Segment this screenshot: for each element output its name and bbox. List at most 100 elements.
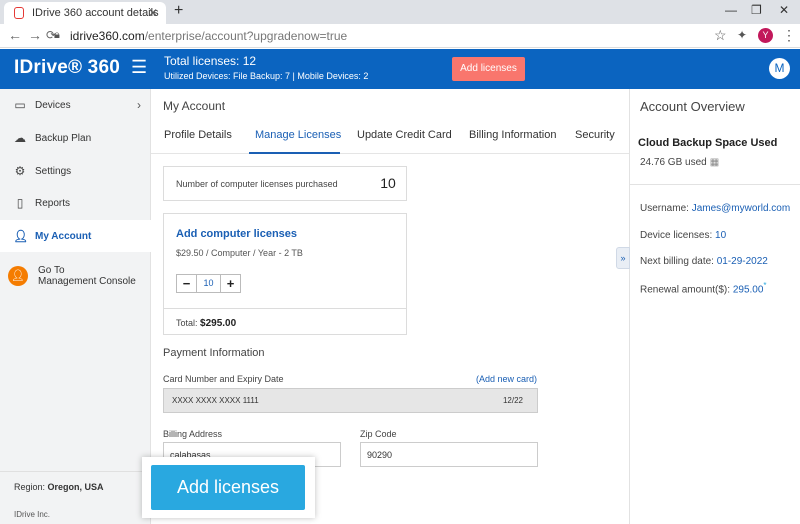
new-tab-icon[interactable]: + <box>174 2 183 20</box>
sidebar-item-label: Settings <box>35 165 72 177</box>
total-value: $295.00 <box>200 318 237 329</box>
utilized-devices: Utilized Devices: File Backup: 7 | Mobil… <box>164 71 369 81</box>
lock-icon: 🔒︎ <box>54 29 60 41</box>
region-value: Oregon, USA <box>47 482 104 492</box>
card-expiry: 12/22 <box>502 396 523 405</box>
card-number-field: XXXX XXXX XXXX 1111 12/22 <box>163 388 538 413</box>
app-header: IDrive® 360 ☰ Total licenses: 12 Utilize… <box>0 49 800 89</box>
billing-address-label: Billing Address <box>163 429 223 439</box>
collapse-panel-toggle[interactable]: » <box>616 247 630 269</box>
browser-profile-avatar[interactable]: Y <box>758 28 773 43</box>
renewal-row: Renewal amount($): 295.00* <box>640 281 767 295</box>
url-host: idrive360.com <box>70 29 145 43</box>
calculator-icon[interactable]: ▦ <box>710 157 719 168</box>
close-tab-icon[interactable]: ✕ <box>148 6 158 20</box>
quantity-stepper: − 10 + <box>176 274 241 293</box>
overview-divider <box>630 184 800 185</box>
sidebar-item-label: Reports <box>35 197 71 209</box>
zip-code-label: Zip Code <box>360 429 397 439</box>
total-label: Total: <box>176 318 198 328</box>
idrive-favicon-icon <box>14 7 24 19</box>
sidebar-item-backup-plan[interactable]: ☁ Backup Plan <box>0 122 151 154</box>
user-avatar[interactable]: M <box>769 58 790 79</box>
cloud-backup-label: Cloud Backup Space Used <box>638 137 778 149</box>
extensions-icon[interactable]: ✦ <box>737 28 747 42</box>
bookmark-star-icon[interactable]: ☆ <box>714 27 727 44</box>
sidebar-item-label: Backup Plan <box>35 132 92 144</box>
chevron-right-icon: › <box>137 98 141 112</box>
back-icon[interactable]: ← <box>8 27 22 43</box>
quantity-input[interactable]: 10 <box>196 275 221 292</box>
browser-tab-bar: IDrive 360 account details ✕ + — ❐ ✕ <box>0 0 800 24</box>
breadcrumb: My Account <box>163 99 226 113</box>
forward-icon[interactable]: → <box>28 27 42 43</box>
goto-label: Go To Management Console <box>38 265 136 287</box>
devices-icon: ▭ <box>14 98 26 112</box>
region-label: Region: <box>14 482 46 492</box>
total-divider <box>164 308 406 309</box>
add-licenses-callout: Add licenses <box>142 457 315 518</box>
window-close-icon[interactable]: ✕ <box>779 3 789 17</box>
payment-info-heading: Payment Information <box>163 347 265 359</box>
user-icon: 👤︎ <box>13 229 29 243</box>
browser-tab-title: IDrive 360 account details <box>32 7 159 19</box>
total-amount: Total: $295.00 <box>176 318 236 329</box>
sidebar-item-label: My Account <box>35 230 92 242</box>
card-number-label: Card Number and Expiry Date <box>163 374 284 384</box>
space-used: 24.76 GB used ▦ <box>640 157 719 168</box>
goto-line2: Management Console <box>38 276 136 287</box>
add-licenses-title: Add computer licenses <box>176 228 298 240</box>
sidebar-item-settings[interactable]: ⚙ Settings <box>0 155 151 187</box>
renewal-footnote-mark: * <box>763 281 767 290</box>
space-used-value: 24.76 GB used <box>640 157 707 168</box>
sidebar-item-devices[interactable]: ▭ Devices › <box>0 89 151 121</box>
sidebar-item-my-account[interactable]: 👤︎ My Account <box>0 220 151 252</box>
account-tabs: Profile Details Manage Licenses Update C… <box>151 120 629 154</box>
tab-profile-details[interactable]: Profile Details <box>164 129 232 141</box>
idrive-logo[interactable]: IDrive® 360 <box>14 57 120 79</box>
browser-tab[interactable]: IDrive 360 account details ✕ <box>4 2 166 24</box>
url-field[interactable]: idrive360.com/enterprise/account?upgrade… <box>70 29 347 43</box>
region-info: Region: Oregon, USA <box>14 482 104 492</box>
licenses-purchased-box: Number of computer licenses purchased 10 <box>163 166 407 201</box>
tab-billing-information[interactable]: Billing Information <box>469 129 556 141</box>
browser-menu-icon[interactable]: ⋮ <box>782 27 796 44</box>
licenses-purchased-label: Number of computer licenses purchased <box>176 179 338 189</box>
sidebar-item-reports[interactable]: ▯ Reports <box>0 187 151 219</box>
tab-update-credit-card[interactable]: Update Credit Card <box>357 129 452 141</box>
url-path: /enterprise/account?upgradenow=true <box>144 29 348 43</box>
sidebar-item-management-console[interactable]: 👤︎ Go To Management Console <box>0 259 151 293</box>
document-icon: ▯ <box>16 196 24 210</box>
username-row: Username: James@myworld.com <box>640 203 790 214</box>
decrement-button[interactable]: − <box>177 275 196 292</box>
goto-line1: Go To <box>38 265 65 276</box>
chevron-right-icon: » <box>620 253 626 263</box>
renewal-label: Renewal amount($): <box>640 284 731 296</box>
minimize-icon[interactable]: — <box>725 3 737 17</box>
tab-security[interactable]: Security <box>575 129 615 141</box>
hamburger-menu-icon[interactable]: ☰ <box>131 57 147 78</box>
license-price: $29.50 / Computer / Year - 2 TB <box>176 248 303 258</box>
management-console-icon: 👤︎ <box>8 266 28 286</box>
username-value: James@myworld.com <box>691 203 791 214</box>
device-licenses-value: 10 <box>715 230 727 241</box>
device-licenses-label: Device licenses: <box>640 230 713 241</box>
gear-icon: ⚙ <box>14 164 26 178</box>
sidebar-divider <box>0 471 150 472</box>
device-licenses-row: Device licenses: 10 <box>640 230 726 241</box>
add-new-card-link[interactable]: (Add new card) <box>476 374 537 384</box>
add-licenses-button[interactable]: Add licenses <box>151 465 305 510</box>
zip-code-field[interactable]: 90290 <box>360 442 538 467</box>
card-number: XXXX XXXX XXXX 1111 <box>172 396 259 405</box>
cloud-icon: ☁ <box>14 131 26 145</box>
next-billing-label: Next billing date: <box>640 256 714 267</box>
header-add-licenses-button[interactable]: Add licenses <box>452 57 525 81</box>
tab-manage-licenses[interactable]: Manage Licenses <box>255 129 341 141</box>
increment-button[interactable]: + <box>221 275 240 292</box>
restore-icon[interactable]: ❐ <box>751 3 762 17</box>
total-licenses: Total licenses: 12 <box>164 54 257 68</box>
active-tab-indicator <box>249 152 340 154</box>
sidebar-item-label: Devices <box>35 99 71 111</box>
address-bar: ← → ⟳ 🔒︎ idrive360.com/enterprise/accoun… <box>0 24 800 48</box>
copyright: IDrive Inc. <box>14 510 51 519</box>
